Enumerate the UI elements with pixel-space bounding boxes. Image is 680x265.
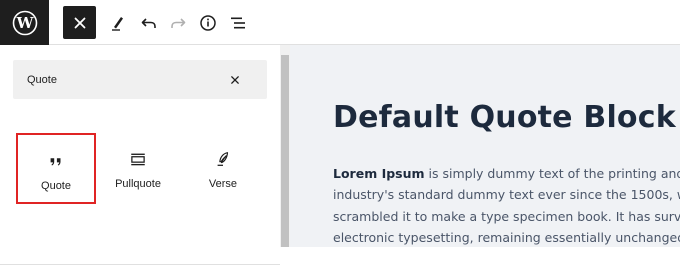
block-inserter-panel: Quote Pullquote Verse (0, 45, 280, 265)
search-input[interactable] (27, 70, 227, 90)
svg-text:W: W (15, 14, 34, 32)
pullquote-icon (128, 149, 148, 169)
clear-search-button[interactable] (225, 70, 245, 90)
editor-toolbar: W (0, 0, 680, 45)
paragraph-strong: Lorem Ipsum (333, 166, 425, 181)
redo-icon (170, 17, 185, 28)
paragraph-line-text: is simply dummy text of the printing and… (428, 166, 680, 181)
close-icon (231, 76, 239, 84)
block-quote[interactable]: Quote (16, 133, 96, 204)
verse-icon (213, 149, 233, 169)
post-heading[interactable]: Default Quote Block (333, 100, 676, 135)
quote-icon (46, 151, 66, 171)
block-label: Quote (41, 180, 71, 192)
block-pullquote[interactable]: Pullquote (98, 133, 178, 203)
scrollbar-thumb[interactable] (281, 55, 289, 247)
close-icon (74, 17, 85, 28)
redo-button[interactable] (161, 6, 194, 39)
list-view-icon (230, 17, 245, 28)
block-label: Verse (208, 178, 238, 190)
editor-canvas: Default Quote Block Lorem Ipsum is simpl… (290, 45, 680, 247)
paragraph-line: scrambled it to make a type specimen boo… (333, 208, 680, 224)
paragraph-line: electronic typesetting, remaining essent… (333, 229, 680, 245)
paragraph-line: industry's standard dummy text ever sinc… (333, 187, 680, 203)
close-inserter-button[interactable] (63, 6, 96, 39)
list-view-button[interactable] (221, 6, 254, 39)
block-verse[interactable]: Verse (183, 133, 263, 203)
info-icon (199, 14, 216, 31)
pencil-icon (111, 16, 123, 31)
post-paragraph[interactable]: Lorem Ipsum is simply dummy text of the … (333, 163, 680, 247)
undo-icon (141, 17, 156, 28)
block-label: Pullquote (115, 178, 161, 190)
paragraph-line: Lorem Ipsum is simply dummy text of the … (333, 163, 680, 184)
edit-tool-button[interactable] (101, 6, 134, 39)
wordpress-icon[interactable]: W (0, 0, 49, 45)
details-button[interactable] (191, 6, 224, 39)
block-search (13, 60, 267, 99)
